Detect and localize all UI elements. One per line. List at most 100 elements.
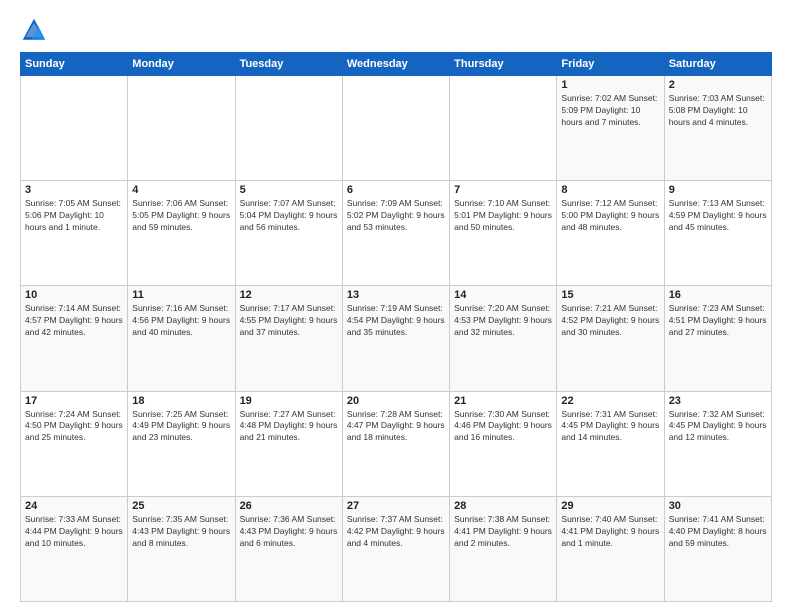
cell-day-number: 7 xyxy=(454,184,552,196)
calendar-cell xyxy=(235,76,342,181)
calendar-cell: 6 Sunrise: 7:09 AM Sunset: 5:02 PM Daylig… xyxy=(342,181,449,286)
cell-info: Sunrise: 7:37 AM Sunset: 4:42 PM Dayligh… xyxy=(347,514,445,550)
cell-day-number: 2 xyxy=(669,79,767,91)
cell-day-number: 13 xyxy=(347,289,445,301)
days-header-row: SundayMondayTuesdayWednesdayThursdayFrid… xyxy=(21,53,772,76)
calendar-cell: 26 Sunrise: 7:36 AM Sunset: 4:43 PM Dayli… xyxy=(235,496,342,601)
calendar-week-3: 10 Sunrise: 7:14 AM Sunset: 4:57 PM Dayli… xyxy=(21,286,772,391)
cell-info: Sunrise: 7:07 AM Sunset: 5:04 PM Dayligh… xyxy=(240,198,338,234)
cell-day-number: 30 xyxy=(669,500,767,512)
calendar: SundayMondayTuesdayWednesdayThursdayFrid… xyxy=(20,52,772,602)
cell-day-number: 27 xyxy=(347,500,445,512)
calendar-cell: 1 Sunrise: 7:02 AM Sunset: 5:09 PM Daylig… xyxy=(557,76,664,181)
calendar-cell: 25Sunrise: 7:35 AM Sunset: 4:43 PM Dayli… xyxy=(128,496,235,601)
cell-day-number: 19 xyxy=(240,395,338,407)
cell-info: Sunrise: 7:06 AM Sunset: 5:05 PM Dayligh… xyxy=(132,198,230,234)
cell-day-number: 3 xyxy=(25,184,123,196)
logo-icon xyxy=(20,16,48,44)
day-header-thursday: Thursday xyxy=(450,53,557,76)
calendar-cell xyxy=(128,76,235,181)
calendar-week-4: 17Sunrise: 7:24 AM Sunset: 4:50 PM Dayli… xyxy=(21,391,772,496)
cell-day-number: 20 xyxy=(347,395,445,407)
cell-day-number: 24 xyxy=(25,500,123,512)
calendar-cell: 8 Sunrise: 7:12 AM Sunset: 5:00 PM Daylig… xyxy=(557,181,664,286)
calendar-cell: 19 Sunrise: 7:27 AM Sunset: 4:48 PM Dayli… xyxy=(235,391,342,496)
calendar-cell: 23 Sunrise: 7:32 AM Sunset: 4:45 PM Dayli… xyxy=(664,391,771,496)
day-header-friday: Friday xyxy=(557,53,664,76)
cell-info: Sunrise: 7:41 AM Sunset: 4:40 PM Dayligh… xyxy=(669,514,767,550)
calendar-cell xyxy=(21,76,128,181)
cell-day-number: 23 xyxy=(669,395,767,407)
calendar-cell: 27 Sunrise: 7:37 AM Sunset: 4:42 PM Dayli… xyxy=(342,496,449,601)
cell-info: Sunrise: 7:14 AM Sunset: 4:57 PM Dayligh… xyxy=(25,303,123,339)
calendar-cell: 28 Sunrise: 7:38 AM Sunset: 4:41 PM Dayli… xyxy=(450,496,557,601)
cell-day-number: 5 xyxy=(240,184,338,196)
calendar-cell: 12 Sunrise: 7:17 AM Sunset: 4:55 PM Dayli… xyxy=(235,286,342,391)
cell-info: Sunrise: 7:30 AM Sunset: 4:46 PM Dayligh… xyxy=(454,409,552,445)
calendar-cell: 22 Sunrise: 7:31 AM Sunset: 4:45 PM Dayli… xyxy=(557,391,664,496)
calendar-cell: 4 Sunrise: 7:06 AM Sunset: 5:05 PM Daylig… xyxy=(128,181,235,286)
cell-info: Sunrise: 7:21 AM Sunset: 4:52 PM Dayligh… xyxy=(561,303,659,339)
calendar-cell: 10 Sunrise: 7:14 AM Sunset: 4:57 PM Dayli… xyxy=(21,286,128,391)
cell-info: Sunrise: 7:17 AM Sunset: 4:55 PM Dayligh… xyxy=(240,303,338,339)
calendar-cell: 24Sunrise: 7:33 AM Sunset: 4:44 PM Dayli… xyxy=(21,496,128,601)
day-header-sunday: Sunday xyxy=(21,53,128,76)
cell-info: Sunrise: 7:27 AM Sunset: 4:48 PM Dayligh… xyxy=(240,409,338,445)
calendar-cell xyxy=(342,76,449,181)
day-header-monday: Monday xyxy=(128,53,235,76)
cell-info: Sunrise: 7:05 AM Sunset: 5:06 PM Dayligh… xyxy=(25,198,123,234)
logo xyxy=(20,16,52,44)
cell-day-number: 1 xyxy=(561,79,659,91)
cell-day-number: 18 xyxy=(132,395,230,407)
calendar-week-1: 1 Sunrise: 7:02 AM Sunset: 5:09 PM Daylig… xyxy=(21,76,772,181)
calendar-cell: 3 Sunrise: 7:05 AM Sunset: 5:06 PM Daylig… xyxy=(21,181,128,286)
calendar-cell: 15 Sunrise: 7:21 AM Sunset: 4:52 PM Dayli… xyxy=(557,286,664,391)
cell-day-number: 21 xyxy=(454,395,552,407)
calendar-cell: 18 Sunrise: 7:25 AM Sunset: 4:49 PM Dayli… xyxy=(128,391,235,496)
cell-info: Sunrise: 7:31 AM Sunset: 4:45 PM Dayligh… xyxy=(561,409,659,445)
cell-info: Sunrise: 7:12 AM Sunset: 5:00 PM Dayligh… xyxy=(561,198,659,234)
cell-info: Sunrise: 7:36 AM Sunset: 4:43 PM Dayligh… xyxy=(240,514,338,550)
cell-day-number: 29 xyxy=(561,500,659,512)
cell-day-number: 28 xyxy=(454,500,552,512)
calendar-header: SundayMondayTuesdayWednesdayThursdayFrid… xyxy=(21,53,772,76)
calendar-cell: 7 Sunrise: 7:10 AM Sunset: 5:01 PM Daylig… xyxy=(450,181,557,286)
calendar-cell: 13 Sunrise: 7:19 AM Sunset: 4:54 PM Dayli… xyxy=(342,286,449,391)
cell-day-number: 22 xyxy=(561,395,659,407)
day-header-saturday: Saturday xyxy=(664,53,771,76)
calendar-cell xyxy=(450,76,557,181)
cell-info: Sunrise: 7:23 AM Sunset: 4:51 PM Dayligh… xyxy=(669,303,767,339)
cell-day-number: 6 xyxy=(347,184,445,196)
cell-info: Sunrise: 7:19 AM Sunset: 4:54 PM Dayligh… xyxy=(347,303,445,339)
cell-info: Sunrise: 7:24 AM Sunset: 4:50 PM Dayligh… xyxy=(25,409,123,445)
cell-info: Sunrise: 7:25 AM Sunset: 4:49 PM Dayligh… xyxy=(132,409,230,445)
cell-info: Sunrise: 7:28 AM Sunset: 4:47 PM Dayligh… xyxy=(347,409,445,445)
calendar-cell: 2Sunrise: 7:03 AM Sunset: 5:08 PM Daylig… xyxy=(664,76,771,181)
cell-day-number: 15 xyxy=(561,289,659,301)
cell-info: Sunrise: 7:02 AM Sunset: 5:09 PM Dayligh… xyxy=(561,93,659,129)
cell-info: Sunrise: 7:40 AM Sunset: 4:41 PM Dayligh… xyxy=(561,514,659,550)
day-header-tuesday: Tuesday xyxy=(235,53,342,76)
cell-day-number: 10 xyxy=(25,289,123,301)
cell-day-number: 26 xyxy=(240,500,338,512)
cell-info: Sunrise: 7:09 AM Sunset: 5:02 PM Dayligh… xyxy=(347,198,445,234)
cell-day-number: 25 xyxy=(132,500,230,512)
cell-day-number: 11 xyxy=(132,289,230,301)
cell-info: Sunrise: 7:10 AM Sunset: 5:01 PM Dayligh… xyxy=(454,198,552,234)
calendar-cell: 5 Sunrise: 7:07 AM Sunset: 5:04 PM Daylig… xyxy=(235,181,342,286)
cell-info: Sunrise: 7:38 AM Sunset: 4:41 PM Dayligh… xyxy=(454,514,552,550)
calendar-cell: 16Sunrise: 7:23 AM Sunset: 4:51 PM Dayli… xyxy=(664,286,771,391)
cell-info: Sunrise: 7:16 AM Sunset: 4:56 PM Dayligh… xyxy=(132,303,230,339)
cell-day-number: 8 xyxy=(561,184,659,196)
header xyxy=(20,16,772,44)
calendar-cell: 11 Sunrise: 7:16 AM Sunset: 4:56 PM Dayli… xyxy=(128,286,235,391)
cell-info: Sunrise: 7:32 AM Sunset: 4:45 PM Dayligh… xyxy=(669,409,767,445)
calendar-week-5: 24Sunrise: 7:33 AM Sunset: 4:44 PM Dayli… xyxy=(21,496,772,601)
cell-day-number: 12 xyxy=(240,289,338,301)
calendar-cell: 9Sunrise: 7:13 AM Sunset: 4:59 PM Daylig… xyxy=(664,181,771,286)
calendar-body: 1 Sunrise: 7:02 AM Sunset: 5:09 PM Daylig… xyxy=(21,76,772,602)
calendar-cell: 14Sunrise: 7:20 AM Sunset: 4:53 PM Dayli… xyxy=(450,286,557,391)
calendar-cell: 29 Sunrise: 7:40 AM Sunset: 4:41 PM Dayli… xyxy=(557,496,664,601)
calendar-cell: 17Sunrise: 7:24 AM Sunset: 4:50 PM Dayli… xyxy=(21,391,128,496)
cell-day-number: 4 xyxy=(132,184,230,196)
